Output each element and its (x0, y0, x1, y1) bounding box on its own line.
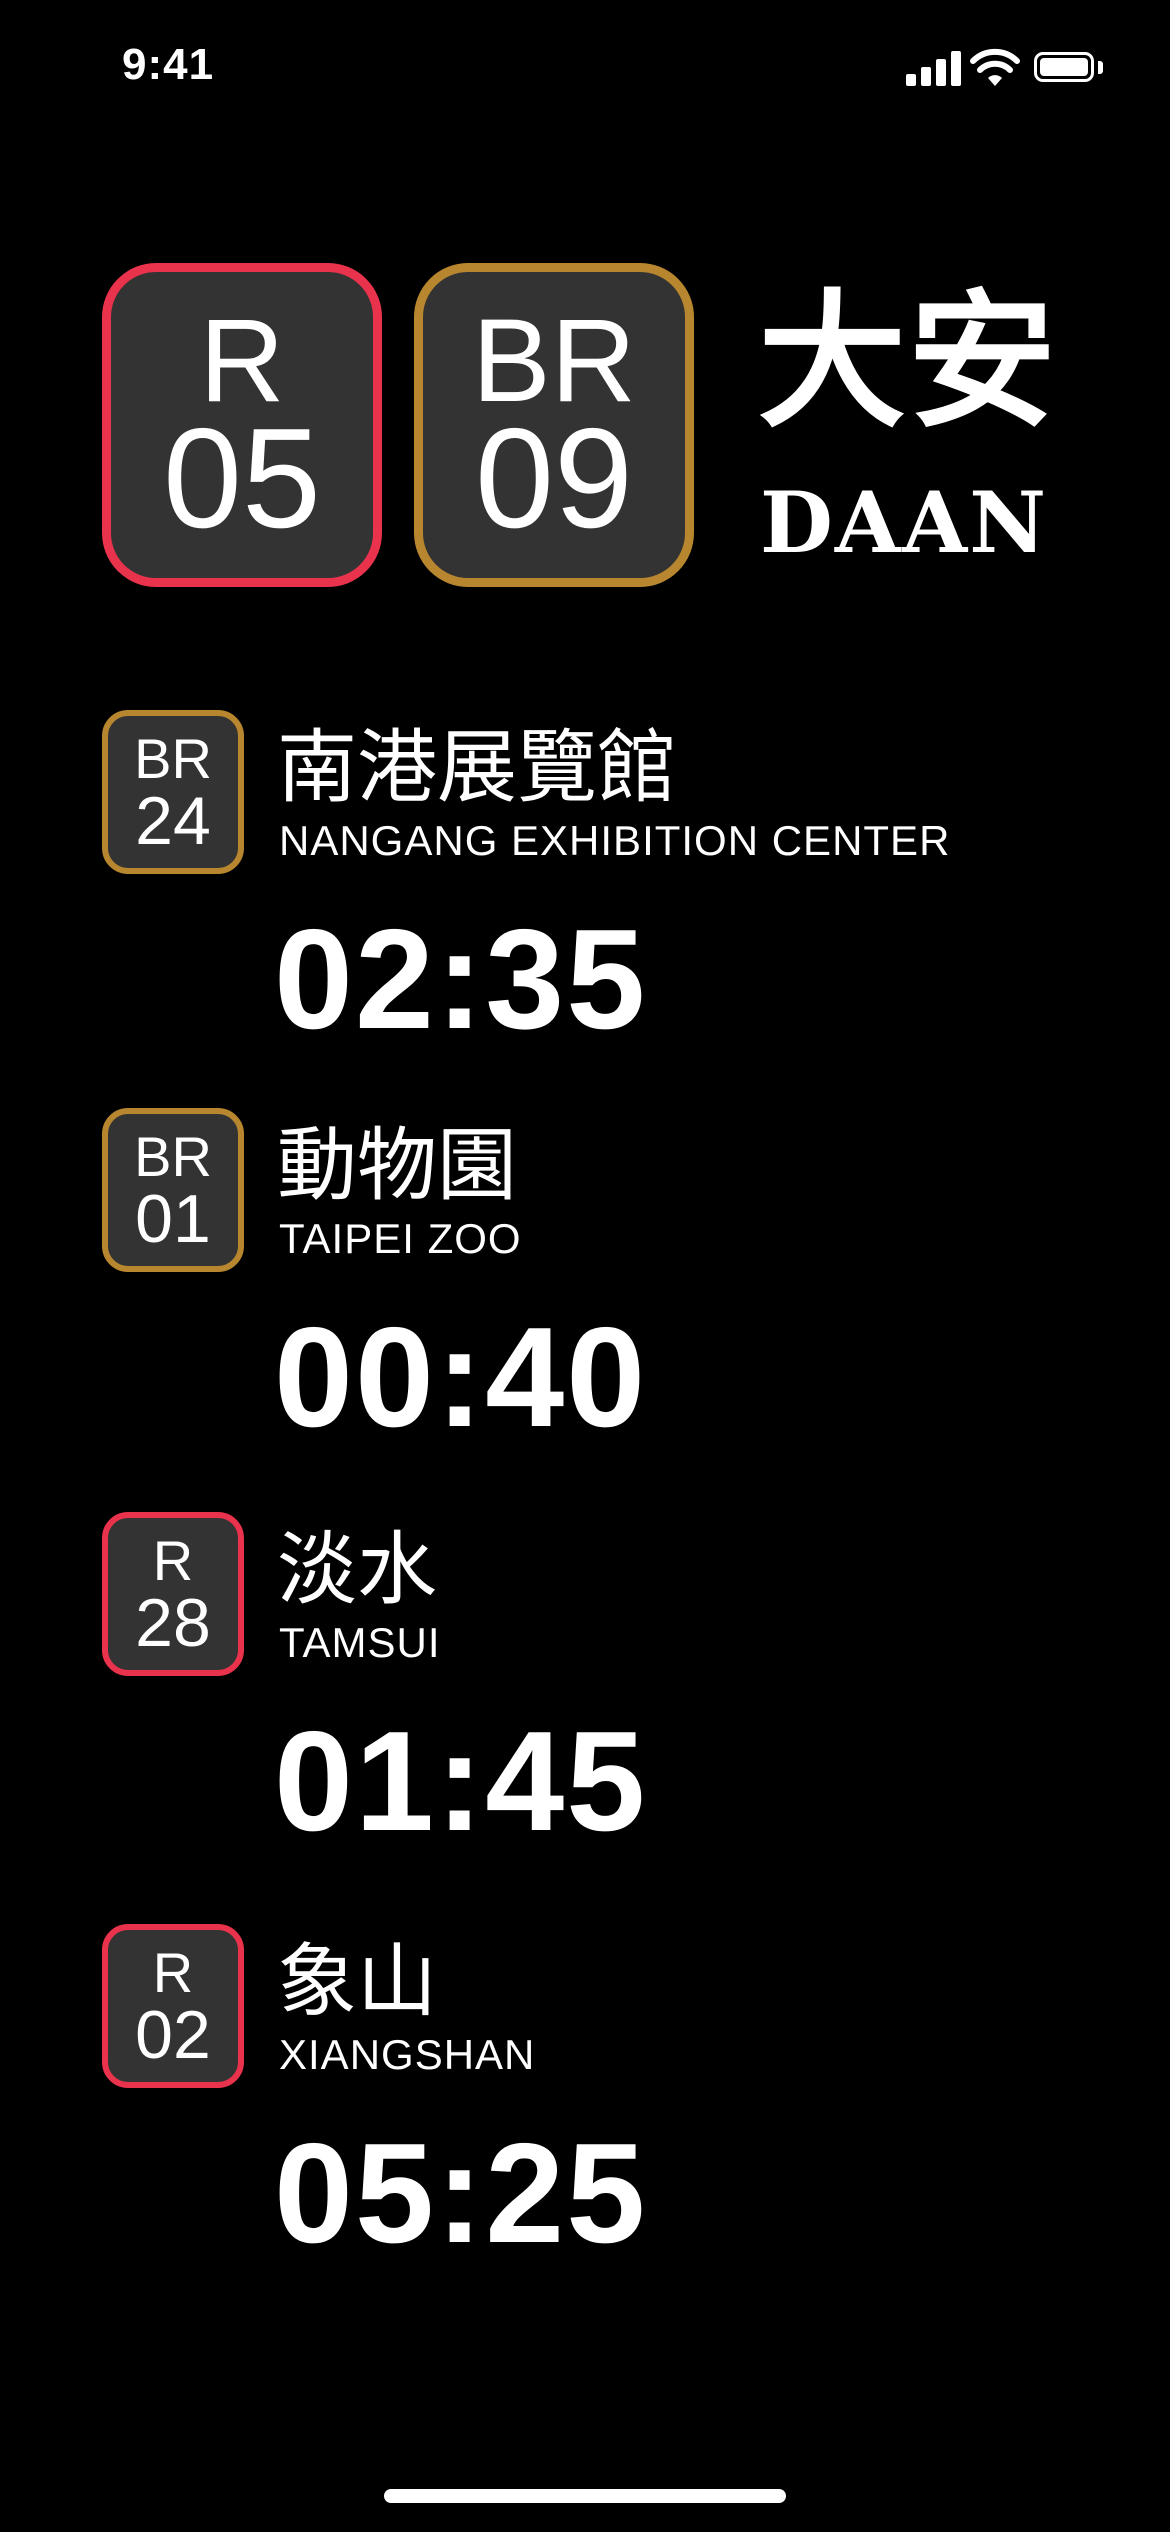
badge-station-number: 09 (475, 399, 633, 558)
destination-badge: R 28 (102, 1512, 244, 1676)
destination-name-zh: 淡水 (277, 1525, 437, 1614)
status-bar: 9:41 (0, 0, 1170, 140)
destination-name-zh: 動物園 (277, 1121, 517, 1210)
destination-name-en: XIANGSHAN (279, 2031, 536, 2078)
badge-line-code: R (152, 1941, 194, 2004)
badge-line-code: BR (134, 1125, 212, 1188)
badge-station-number: 05 (163, 399, 321, 558)
destination-name-en: NANGANG EXHIBITION CENTER (279, 817, 951, 864)
badge-station-number: 24 (135, 783, 211, 859)
badge-station-number: 01 (135, 1181, 211, 1257)
badge-line-code: BR (134, 727, 212, 790)
departure-row[interactable]: BR 24 南港展覽館 NANGANG EXHIBITION CENTER 02… (102, 710, 1102, 1070)
destination-name-zh: 南港展覽館 (277, 723, 677, 812)
departure-row[interactable]: R 02 象山 XIANGSHAN 05:25 (102, 1924, 1102, 2284)
station-name-zh: 大安 (758, 274, 1058, 448)
station-badge-brown: BR 09 (414, 263, 694, 587)
wifi-icon (970, 48, 1020, 86)
arrival-countdown: 05:25 (274, 2114, 648, 2273)
arrival-countdown: 01:45 (274, 1702, 648, 1861)
station-badge-red: R 05 (102, 263, 382, 587)
badge-station-number: 28 (135, 1585, 211, 1661)
destination-badge: R 02 (102, 1924, 244, 2088)
destination-badge: BR 01 (102, 1108, 244, 1272)
battery-icon (1034, 52, 1094, 82)
status-time: 9:41 (122, 40, 215, 89)
destination-badge: BR 24 (102, 710, 244, 874)
cellular-signal-icon (906, 50, 962, 86)
arrival-countdown: 02:35 (274, 900, 648, 1059)
destination-name-en: TAMSUI (279, 1619, 441, 1666)
badge-station-number: 02 (135, 1997, 211, 2073)
home-indicator[interactable] (384, 2489, 786, 2503)
current-station-header: R 05 BR 09 大安 DAAN (102, 263, 1102, 593)
destination-name-zh: 象山 (277, 1937, 437, 2026)
arrival-countdown: 00:40 (274, 1298, 648, 1457)
station-name-en: DAAN (760, 473, 1048, 572)
departure-row[interactable]: R 28 淡水 TAMSUI 01:45 (102, 1512, 1102, 1872)
departure-row[interactable]: BR 01 動物園 TAIPEI ZOO 00:40 (102, 1108, 1102, 1468)
destination-name-en: TAIPEI ZOO (279, 1215, 522, 1262)
battery-cap (1098, 61, 1103, 74)
badge-line-code: R (152, 1529, 194, 1592)
